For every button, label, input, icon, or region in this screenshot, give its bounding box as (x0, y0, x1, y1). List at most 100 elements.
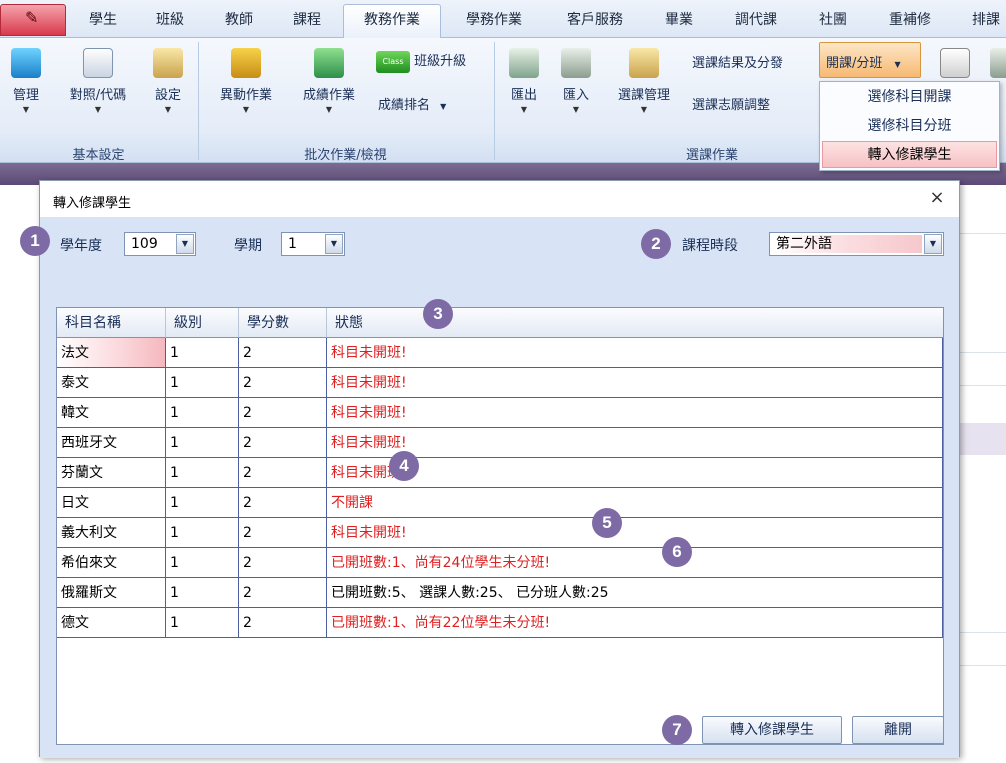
cell-credits[interactable]: 2 (239, 518, 327, 548)
cell-level[interactable]: 1 (166, 518, 239, 548)
cell-subject[interactable]: 法文 (57, 338, 166, 368)
cell-credits[interactable]: 2 (239, 458, 327, 488)
document-button[interactable] (940, 48, 970, 78)
cell-credits[interactable]: 2 (239, 398, 327, 428)
dialog-title: 轉入修課學生 (53, 196, 132, 211)
chevron-down-icon: ▼ (894, 60, 901, 69)
grade-rank-button[interactable]: 成績排名 ▼ (378, 94, 446, 113)
cell-level[interactable]: 1 (166, 368, 239, 398)
cell-status[interactable]: 已開班數:1、尚有24位學生未分班! (327, 548, 943, 578)
class-promote-button[interactable]: Class 班級升級 (376, 50, 466, 73)
close-icon[interactable]: × (927, 188, 947, 208)
open-class-dropdown-button[interactable]: 開課/分班 ▼ (819, 42, 921, 78)
ribbon-tab-bar: ✎ 學生 班級 教師 課程 教務作業 學務作業 客戶服務 畢業 調代課 社團 重… (0, 0, 1006, 39)
cell-credits[interactable]: 2 (239, 428, 327, 458)
cell-subject[interactable]: 義大利文 (57, 518, 166, 548)
export-button[interactable]: 匯出 ▼ (504, 48, 544, 114)
menu-item-transfer-students[interactable]: 轉入修課學生 (822, 141, 997, 168)
background-divider (960, 632, 1006, 633)
chevron-down-icon: ▼ (440, 102, 447, 111)
chevron-down-icon: ▼ (22, 105, 30, 114)
menu-item-open-elective[interactable]: 選修科目開課 (822, 84, 997, 111)
cell-status[interactable]: 不開課 (327, 488, 943, 518)
settings-button[interactable]: 設定 ▼ (148, 48, 188, 114)
chevron-down-icon[interactable]: ▼ (176, 234, 194, 254)
cell-credits[interactable]: 2 (239, 368, 327, 398)
cell-status[interactable]: 科目未開班! (327, 338, 943, 368)
column-header-level[interactable]: 級別 (166, 308, 239, 338)
cell-credits[interactable]: 2 (239, 338, 327, 368)
chevron-down-icon: ▼ (640, 105, 648, 114)
tab-student[interactable]: 學生 (86, 8, 120, 36)
tab-club[interactable]: 社團 (816, 8, 850, 36)
course-period-select[interactable]: 第二外語 ▼ (769, 232, 944, 256)
cell-status[interactable]: 科目未開班! (327, 428, 943, 458)
cell-level[interactable]: 1 (166, 458, 239, 488)
management-icon (11, 48, 41, 78)
folder-stack-icon (231, 48, 261, 78)
selection-result-button[interactable]: 選課結果及分發 (692, 52, 783, 71)
cell-subject[interactable]: 韓文 (57, 398, 166, 428)
cell-credits[interactable]: 2 (239, 608, 327, 638)
semester-select[interactable]: 1 ▼ (281, 232, 345, 256)
cell-level[interactable]: 1 (166, 488, 239, 518)
cell-level[interactable]: 1 (166, 578, 239, 608)
tab-course[interactable]: 課程 (290, 8, 324, 36)
cell-subject[interactable]: 西班牙文 (57, 428, 166, 458)
cell-status[interactable]: 科目未開班! (327, 398, 943, 428)
cell-credits[interactable]: 2 (239, 548, 327, 578)
tab-substitute[interactable]: 調代課 (730, 8, 782, 36)
tab-graduation[interactable]: 畢業 (662, 8, 696, 36)
cell-level[interactable]: 1 (166, 548, 239, 578)
cell-level[interactable]: 1 (166, 338, 239, 368)
cell-credits[interactable]: 2 (239, 578, 327, 608)
column-header-credits[interactable]: 學分數 (239, 308, 327, 338)
cell-credits[interactable]: 2 (239, 488, 327, 518)
cell-subject[interactable]: 德文 (57, 608, 166, 638)
course-management-button[interactable]: 選課管理 ▼ (610, 48, 678, 114)
chevron-down-icon[interactable]: ▼ (924, 234, 942, 254)
tab-teacher[interactable]: 教師 (222, 8, 256, 36)
tab-student-affairs[interactable]: 學務作業 (460, 8, 528, 36)
tab-customer-service[interactable]: 客戶服務 (561, 8, 629, 36)
transfer-students-dialog: 轉入修課學生 × 學年度 109 ▼ 學期 1 ▼ 課程時段 第二外語 ▼ 科目… (39, 180, 960, 758)
manage-button[interactable]: 管理 ▼ (6, 48, 46, 114)
cell-subject[interactable]: 泰文 (57, 368, 166, 398)
import-button[interactable]: 匯入 ▼ (556, 48, 596, 114)
mapping-code-button[interactable]: 對照/代碼 ▼ (60, 48, 136, 114)
background-divider (960, 352, 1006, 353)
dialog-body: 學年度 109 ▼ 學期 1 ▼ 課程時段 第二外語 ▼ 科目名稱 級別 學分數… (40, 217, 959, 758)
school-year-select[interactable]: 109 ▼ (124, 232, 196, 256)
menu-item-split-elective[interactable]: 選修科目分班 (822, 113, 997, 140)
wish-adjust-button[interactable]: 選課志願調整 (692, 94, 770, 113)
cell-status[interactable]: 科目未開班! (327, 368, 943, 398)
tab-class[interactable]: 班級 (153, 8, 187, 36)
cell-subject[interactable]: 俄羅斯文 (57, 578, 166, 608)
column-header-subject[interactable]: 科目名稱 (57, 308, 166, 338)
group-separator (198, 42, 199, 160)
tab-makeup[interactable]: 重補修 (884, 8, 936, 36)
app-menu-button[interactable]: ✎ (0, 4, 66, 36)
cell-level[interactable]: 1 (166, 398, 239, 428)
cell-level[interactable]: 1 (166, 428, 239, 458)
cell-subject[interactable]: 日文 (57, 488, 166, 518)
tab-scheduling[interactable]: 排課 (966, 8, 1006, 36)
cell-subject[interactable]: 希伯來文 (57, 548, 166, 578)
school-year-label: 學年度 (60, 238, 102, 254)
transfer-students-button[interactable]: 轉入修課學生 (702, 716, 842, 744)
cell-status[interactable]: 科目未開班! (327, 458, 943, 488)
chevron-down-icon: ▼ (520, 105, 528, 114)
change-operation-button[interactable]: 異動作業 ▼ (212, 48, 280, 114)
cell-status[interactable]: 已開班數:1、尚有22位學生未分班! (327, 608, 943, 638)
grade-operation-button[interactable]: 成績作業 ▼ (295, 48, 363, 114)
column-header-status[interactable]: 狀態 (327, 308, 943, 338)
cell-status[interactable]: 已開班數:5、 選課人數:25、 已分班人數:25 (327, 578, 943, 608)
leave-button[interactable]: 離開 (852, 716, 944, 744)
cell-status[interactable]: 科目未開班! (327, 518, 943, 548)
database-button[interactable] (990, 48, 1006, 78)
tab-academic-affairs[interactable]: 教務作業 (343, 4, 441, 39)
cell-level[interactable]: 1 (166, 608, 239, 638)
chevron-down-icon[interactable]: ▼ (325, 234, 343, 254)
cell-subject[interactable]: 芬蘭文 (57, 458, 166, 488)
database-icon (990, 48, 1006, 78)
